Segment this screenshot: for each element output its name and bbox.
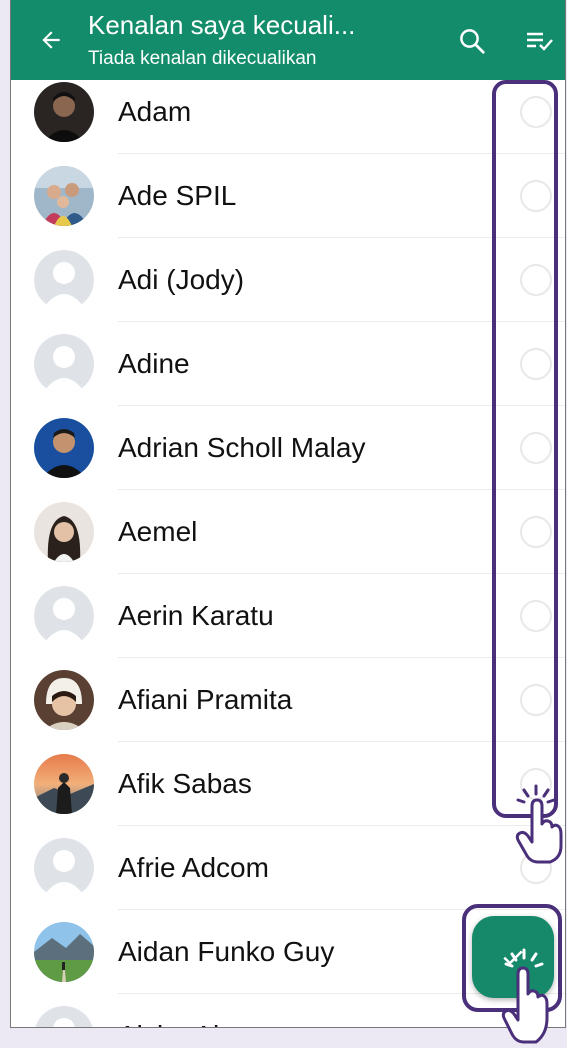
avatar (34, 1006, 94, 1027)
avatar (34, 922, 94, 982)
checkbox-column-highlight (492, 80, 558, 818)
search-icon (460, 29, 485, 54)
contact-list: Adam Ade SPIL Adi (Jody) Adine Adrian Sc… (11, 70, 565, 1027)
contact-name: Ade SPIL (118, 180, 237, 211)
contact-name: Adi (Jody) (118, 264, 245, 295)
contact-row[interactable]: Afiani Pramita (11, 658, 565, 742)
tap-hand-icon (501, 948, 549, 1044)
select-all-button[interactable] (523, 26, 557, 56)
avatar (34, 250, 94, 310)
page-subtitle: Tiada kenalan dikecualikan (88, 48, 317, 69)
contact-row[interactable]: Afik Sabas (11, 742, 565, 826)
contact-row[interactable]: Adrian Scholl Malay (11, 406, 565, 490)
avatar (34, 82, 94, 142)
contact-name: Aerin Karatu (118, 600, 274, 631)
default-avatar-icon (42, 262, 86, 310)
avatar (34, 670, 94, 730)
contact-name: Aemel (118, 516, 198, 547)
back-button[interactable] (33, 22, 69, 58)
contact-row[interactable]: Adam (11, 70, 565, 154)
avatar (34, 838, 94, 898)
contact-name: Aidan Funko Guy (118, 936, 335, 967)
avatar (34, 754, 94, 814)
contact-name: Adine (118, 348, 190, 379)
tap-hand-icon (515, 784, 563, 864)
avatar (34, 586, 94, 646)
select-all-icon (527, 32, 553, 51)
search-button[interactable] (455, 24, 489, 58)
contact-row[interactable]: Ade SPIL (11, 154, 565, 238)
avatar (34, 502, 94, 562)
contact-row[interactable]: Afrie Adcom (11, 826, 565, 910)
contact-row[interactable]: Adi (Jody) (11, 238, 565, 322)
app-bar: Kenalan saya kecuali... Tiada kenalan di… (11, 0, 565, 80)
contact-name: Afrie Adcom (118, 852, 269, 883)
contact-row[interactable]: Adine (11, 322, 565, 406)
contact-name: Afik Sabas (118, 768, 252, 799)
default-avatar-icon (53, 1018, 75, 1027)
arrow-left-icon (42, 31, 60, 49)
contact-picker-screen: Kenalan saya kecuali... Tiada kenalan di… (10, 0, 566, 1028)
avatar (34, 418, 94, 478)
contact-row[interactable]: Aemel (11, 490, 565, 574)
avatar (34, 334, 94, 394)
contact-name: Adam (118, 96, 192, 127)
contact-name: Aisha Al... (118, 1020, 243, 1027)
default-avatar-icon (42, 598, 86, 646)
contact-name: Adrian Scholl Malay (118, 432, 366, 463)
contact-name: Afiani Pramita (118, 684, 293, 715)
contact-row[interactable]: Aerin Karatu (11, 574, 565, 658)
default-avatar-icon (42, 346, 86, 394)
default-avatar-icon (42, 850, 86, 898)
avatar (34, 166, 94, 226)
page-title: Kenalan saya kecuali... (88, 10, 356, 40)
